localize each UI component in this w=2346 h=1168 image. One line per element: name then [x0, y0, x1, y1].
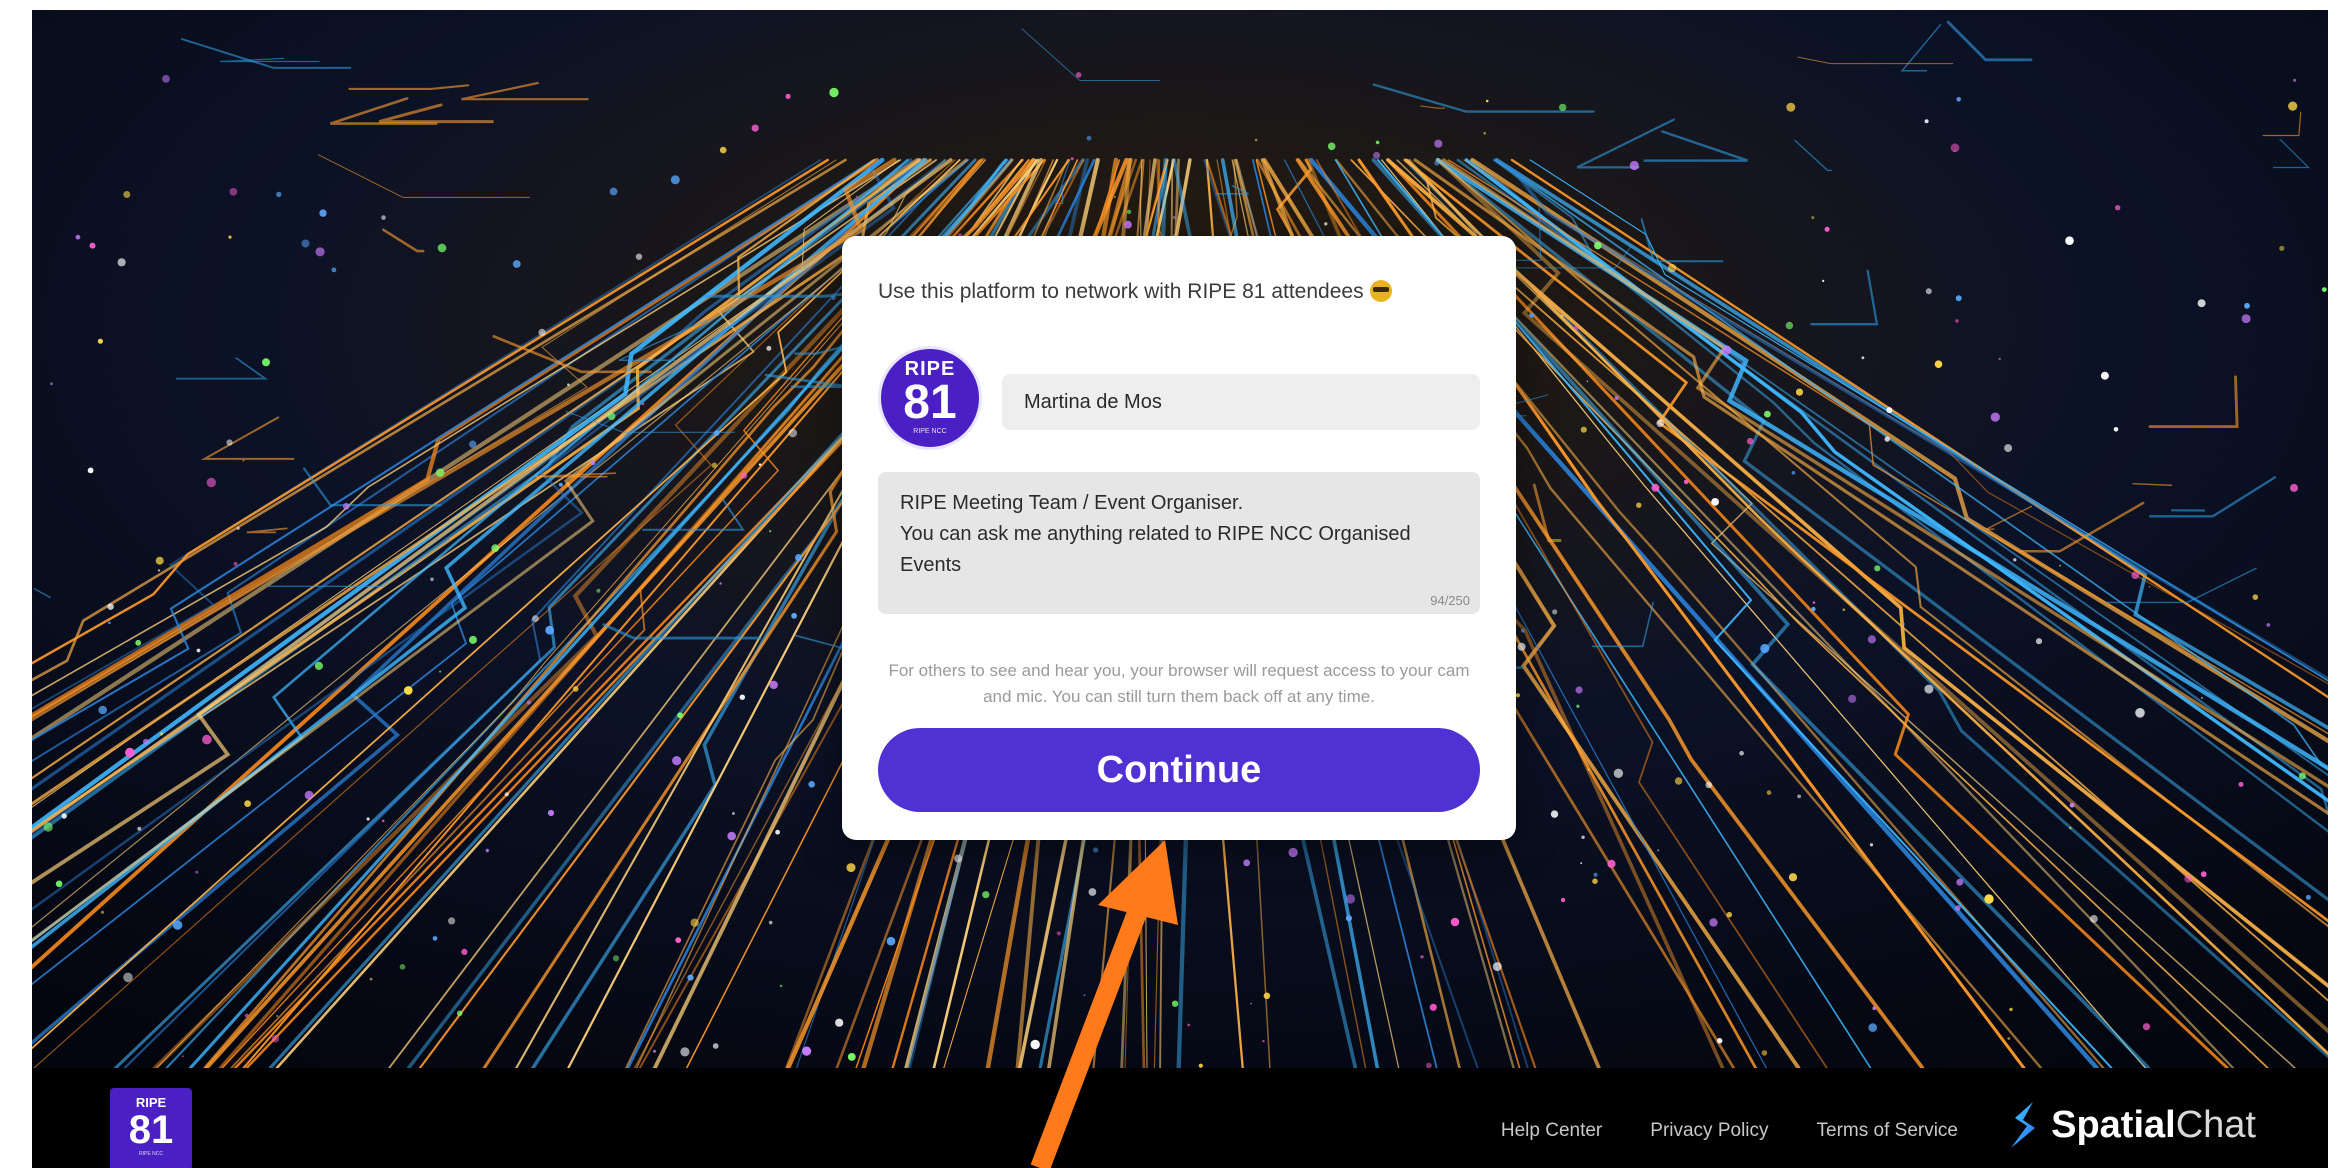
footer-links: Help Center Privacy Policy Terms of Serv…	[1501, 1120, 1958, 1142]
bio-field-container: RIPE Meeting Team / Event Organiser. You…	[878, 472, 1480, 614]
brand-name-bold: Spatial	[2051, 1103, 2176, 1146]
bio-character-counter: 94/250	[1430, 593, 1470, 608]
sunglasses-face-icon	[1369, 280, 1392, 302]
footer-ripe-logo[interactable]: RIPE 81 RIPE NCC	[110, 1088, 192, 1168]
continue-button[interactable]: Continue	[878, 728, 1480, 812]
name-input[interactable]	[1002, 374, 1480, 430]
brand-name-light: Chat	[2175, 1103, 2256, 1146]
app-viewport: Use this platform to network with RIPE 8…	[32, 10, 2328, 1168]
privacy-policy-link[interactable]: Privacy Policy	[1650, 1120, 1768, 1142]
avatar-sub-text: RIPE NCC	[913, 428, 947, 435]
footer-logo-sub-text: RIPE NCC	[139, 1151, 163, 1157]
bio-textarea[interactable]: RIPE Meeting Team / Event Organiser. You…	[900, 488, 1458, 588]
card-heading-text: Use this platform to network with RIPE 8…	[878, 280, 1364, 303]
spatialchat-brand[interactable]: SpatialChat	[2005, 1098, 2256, 1152]
avatar-number: 81	[903, 376, 957, 429]
card-heading: Use this platform to network with RIPE 8…	[878, 280, 1478, 304]
footer-logo-number: 81	[128, 1108, 174, 1152]
footer: RIPE 81 RIPE NCC Help Center Privacy Pol…	[32, 1068, 2328, 1168]
avatar[interactable]: RIPE 81 RIPE NCC	[878, 346, 982, 450]
spatialchat-logo-icon	[2011, 1102, 2036, 1148]
profile-setup-card: Use this platform to network with RIPE 8…	[842, 236, 1516, 840]
terms-of-service-link[interactable]: Terms of Service	[1817, 1120, 1958, 1142]
permission-note: For others to see and hear you, your bro…	[888, 661, 1470, 706]
spatialchat-wordmark: SpatialChat	[2051, 1104, 2256, 1147]
help-center-link[interactable]: Help Center	[1501, 1120, 1602, 1142]
